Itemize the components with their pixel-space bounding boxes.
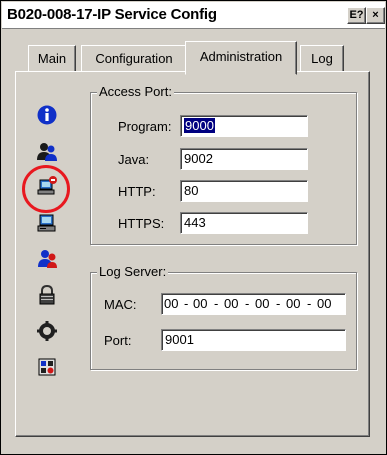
mac-octet-5[interactable]: 00 — [286, 294, 300, 314]
lock-icon[interactable] — [36, 284, 58, 306]
window-title: B020-008-17-IP Service Config — [7, 6, 217, 23]
help-button[interactable]: E? — [347, 7, 366, 24]
java-label: Java: — [118, 152, 150, 167]
tab-main[interactable]: Main — [28, 45, 76, 72]
info-icon[interactable] — [36, 104, 58, 126]
highlight-circle — [22, 165, 70, 213]
mac-octet-3[interactable]: 00 — [224, 294, 238, 314]
https-port-field[interactable]: 443 — [180, 212, 308, 234]
log-port-field[interactable]: 9001 — [161, 329, 346, 351]
port-label: Port: — [104, 333, 132, 348]
tab-administration[interactable]: Administration — [185, 41, 297, 75]
service-config-window: B020-008-17-IP Service Config E? × Main … — [0, 0, 387, 455]
user-admin-icon[interactable] — [36, 247, 58, 269]
tab-configuration[interactable]: Configuration — [81, 45, 187, 72]
title-bar: B020-008-17-IP Service Config E? × — [2, 2, 385, 29]
settings-icon[interactable] — [36, 320, 58, 342]
access-port-group: Access Port: Program: 9000 Java: 9002 HT… — [90, 84, 357, 245]
mac-octet-2[interactable]: 00 — [193, 294, 207, 314]
program-port-value: 9000 — [184, 118, 215, 133]
java-port-field[interactable]: 9002 — [180, 148, 308, 170]
log-server-legend: Log Server: — [97, 264, 169, 279]
http-port-field[interactable]: 80 — [180, 180, 308, 202]
mac-label: MAC: — [104, 297, 137, 312]
close-button[interactable]: × — [366, 7, 385, 24]
computer-icon[interactable] — [36, 212, 58, 234]
mac-octet-6[interactable]: 00 — [317, 294, 331, 314]
mac-octet-4[interactable]: 00 — [255, 294, 269, 314]
tab-log[interactable]: Log — [300, 45, 344, 72]
access-port-legend: Access Port: — [97, 84, 174, 99]
log-server-group: Log Server: MAC: 00 - 00 - 00 - 00 - 00 … — [90, 264, 357, 370]
mac-address-field[interactable]: 00 - 00 - 00 - 00 - 00 - 00 — [161, 293, 346, 315]
https-label: HTTPS: — [118, 216, 165, 231]
administration-panel: Access Port: Program: 9000 Java: 9002 HT… — [15, 71, 370, 437]
http-label: HTTP: — [118, 184, 156, 199]
device-icon[interactable] — [36, 356, 58, 378]
program-port-field[interactable]: 9000 — [180, 115, 308, 137]
mac-octet-1[interactable]: 00 — [164, 294, 178, 314]
users-icon[interactable] — [36, 140, 58, 162]
program-label: Program: — [118, 119, 172, 134]
